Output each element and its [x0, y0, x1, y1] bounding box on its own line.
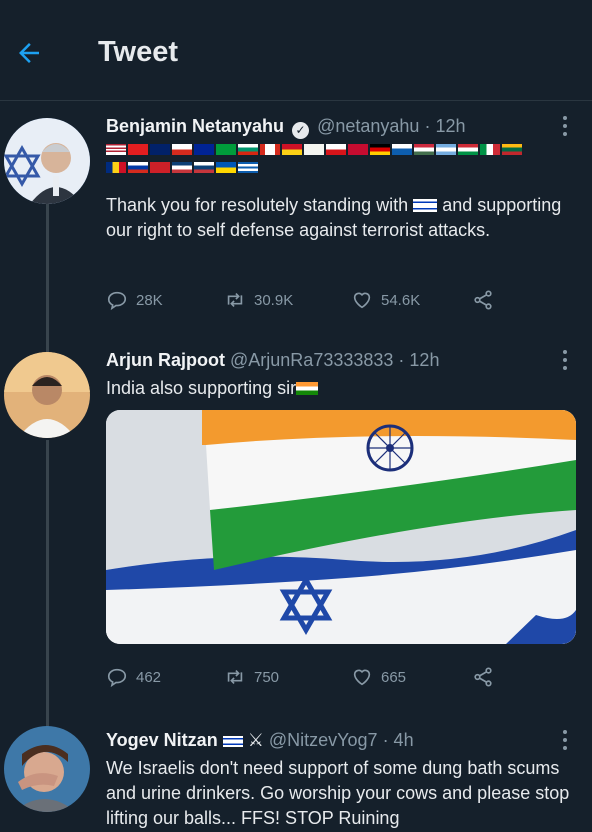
- like-count: 54.6K: [381, 291, 421, 309]
- top-bar: Tweet: [0, 0, 592, 101]
- author-handle[interactable]: @netanyahu: [317, 116, 419, 136]
- retweet-button[interactable]: 750: [224, 666, 279, 688]
- more-icon[interactable]: [562, 350, 568, 374]
- retweet-icon: [227, 292, 243, 308]
- thread-line: [46, 440, 49, 730]
- like-button[interactable]: 665: [351, 666, 406, 688]
- author-name[interactable]: Benjamin Netanyahu: [106, 116, 284, 136]
- author-name[interactable]: Yogev Nitzan: [106, 730, 218, 750]
- avatar[interactable]: [4, 352, 90, 438]
- israel-flag-icon: [222, 736, 243, 747]
- like-icon: [353, 669, 371, 686]
- reply-count: 462: [136, 668, 162, 686]
- tweet-header: Arjun Rajpoot @ArjunRa73333833 · 12h: [106, 350, 439, 371]
- flag-emoji-row: [106, 143, 566, 179]
- reply-button[interactable]: 28K: [106, 289, 163, 311]
- tweet-time: · 4h: [382, 730, 414, 750]
- retweet-icon: [227, 669, 243, 685]
- tweet-text: We Israelis don't need support of some d…: [106, 758, 570, 828]
- tweet-text-part: India also supporting sir: [106, 378, 297, 398]
- more-icon[interactable]: [562, 116, 568, 140]
- india-flag-icon: [296, 382, 319, 395]
- israel-flag-icon: [413, 199, 438, 212]
- retweet-count: 750: [254, 668, 280, 686]
- like-icon: [353, 292, 371, 309]
- tweet-image[interactable]: [106, 410, 576, 644]
- author-name[interactable]: Arjun Rajpoot: [106, 350, 225, 370]
- page-title: Tweet: [98, 36, 179, 68]
- verified-icon: ✓: [292, 122, 310, 139]
- share-icon: [474, 667, 492, 687]
- tweet-header: Yogev Nitzan ⚔ @NitzevYog7 · 4h: [106, 730, 414, 751]
- avatar[interactable]: [4, 726, 90, 812]
- like-count: 665: [381, 668, 407, 686]
- reply-count: 28K: [136, 291, 163, 309]
- share-icon: [474, 290, 492, 310]
- tweet-text: Thank you for resolutely standing with a…: [106, 193, 576, 243]
- author-handle[interactable]: @NitzevYog7: [269, 730, 378, 750]
- reply-icon: [107, 668, 127, 688]
- tweet-text: India also supporting sir: [106, 376, 576, 401]
- crossed-swords-icon: ⚔: [247, 730, 264, 750]
- avatar[interactable]: [4, 118, 90, 204]
- reply-button[interactable]: 462: [106, 666, 161, 688]
- back-arrow-icon[interactable]: [14, 38, 44, 68]
- more-icon[interactable]: [562, 730, 568, 754]
- retweet-count: 30.9K: [254, 291, 294, 309]
- tweet-text-part: Thank you for resolutely standing with: [106, 195, 409, 215]
- share-button[interactable]: [472, 666, 494, 688]
- like-button[interactable]: 54.6K: [351, 289, 420, 311]
- retweet-button[interactable]: 30.9K: [224, 289, 293, 311]
- share-button[interactable]: [472, 289, 494, 311]
- tweet-time: · 12h: [398, 350, 440, 370]
- tweet-header: Benjamin Netanyahu ✓ @netanyahu · 12h: [106, 116, 465, 139]
- author-handle[interactable]: @ArjunRa73333833: [230, 350, 393, 370]
- reply-icon: [107, 291, 127, 311]
- tweet-time: · 12h: [424, 116, 466, 136]
